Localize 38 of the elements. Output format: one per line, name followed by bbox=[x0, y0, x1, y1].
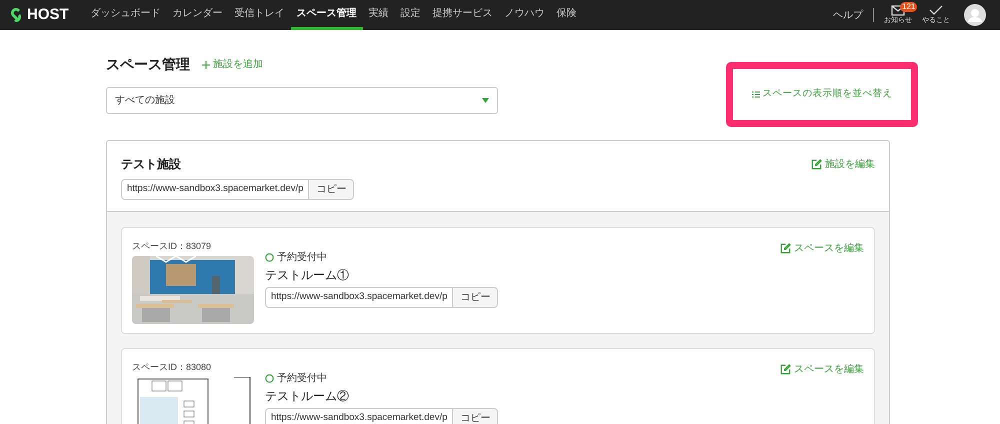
dropdown-arrow-icon bbox=[482, 98, 489, 103]
page-title: スペース管理 bbox=[106, 55, 190, 74]
facility-select[interactable]: すべての施設 bbox=[106, 87, 498, 114]
status-circle-icon bbox=[265, 253, 274, 262]
space-id: スペースID：83080 bbox=[132, 360, 212, 374]
plus-icon bbox=[202, 60, 210, 68]
nav-tab[interactable]: 受信トレイ bbox=[228, 0, 291, 30]
logo-text: HOST bbox=[27, 4, 69, 25]
avatar-icon[interactable] bbox=[964, 4, 986, 26]
url-field[interactable]: https://www-sandbox3.spacemarket.dev/p bbox=[265, 287, 454, 308]
nav-tab[interactable]: ダッシュボード bbox=[84, 0, 167, 30]
status-circle-icon bbox=[265, 374, 274, 383]
notification-badge: 121 bbox=[900, 2, 918, 12]
nav-tab[interactable]: 提携サービス bbox=[426, 0, 499, 30]
nav-tab[interactable]: スペース管理 bbox=[290, 0, 363, 30]
nav-tab[interactable]: 実績 bbox=[362, 0, 395, 30]
nav-tab[interactable]: 設定 bbox=[394, 0, 427, 30]
space-id: スペースID：83079 bbox=[132, 240, 212, 253]
copy-button[interactable]: コピー bbox=[453, 287, 498, 308]
edit-icon bbox=[780, 364, 791, 375]
space-name: テストルーム② bbox=[265, 388, 350, 405]
help-link[interactable]: ヘルプ bbox=[833, 8, 863, 22]
space-name: テストルーム① bbox=[265, 267, 350, 284]
nav-tab[interactable]: カレンダー bbox=[166, 0, 229, 30]
copy-button[interactable]: コピー bbox=[309, 179, 354, 200]
space-status: 予約受付中 bbox=[277, 372, 327, 386]
list-icon bbox=[752, 91, 760, 98]
edit-icon bbox=[780, 243, 791, 254]
facility-name: テスト施設 bbox=[121, 156, 181, 173]
check-icon[interactable] bbox=[929, 5, 943, 16]
logo-icon bbox=[8, 7, 24, 23]
copy-button[interactable]: コピー bbox=[453, 408, 498, 424]
url-field[interactable]: https://www-sandbox3.spacemarket.dev/p bbox=[121, 179, 310, 200]
nav-tab[interactable]: ノウハウ bbox=[498, 0, 551, 30]
edit-icon bbox=[811, 158, 822, 170]
nav-tab[interactable]: 保険 bbox=[550, 0, 583, 30]
space-status: 予約受付中 bbox=[277, 250, 327, 265]
url-field[interactable]: https://www-sandbox3.spacemarket.dev/p bbox=[265, 408, 454, 424]
